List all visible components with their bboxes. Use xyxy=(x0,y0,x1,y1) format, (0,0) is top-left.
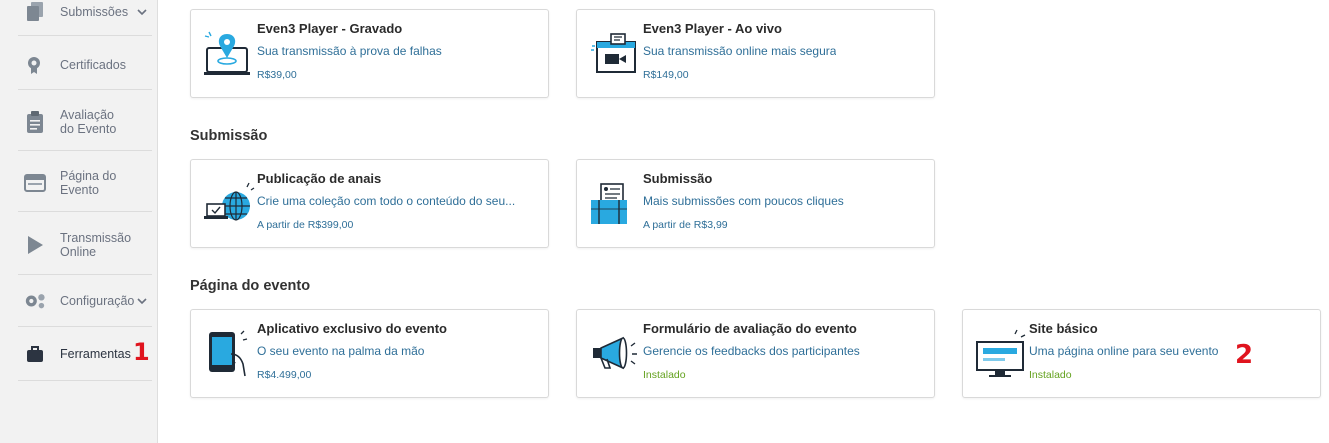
document-icon xyxy=(24,1,46,23)
card-title: Formulário de avaliação do evento xyxy=(643,321,857,336)
label-line: Transmissão xyxy=(60,231,132,245)
sidebar-item-label: Ferramentas xyxy=(60,347,131,361)
section-title-pagina-evento: Página do evento xyxy=(190,278,311,294)
annotation-marker-2: 2 xyxy=(1235,340,1254,370)
sidebar-item-submissoes[interactable]: Submissões xyxy=(18,2,152,22)
briefcase-icon xyxy=(24,343,46,365)
sidebar-item-ferramentas[interactable]: Ferramentas xyxy=(18,343,152,365)
sidebar-item-label: Configuração xyxy=(60,294,135,308)
card-title: Even3 Player - Gravado xyxy=(257,21,403,36)
addon-card-formulario-avaliacao[interactable]: Formulário de avaliação do evento Gerenc… xyxy=(576,309,935,398)
divider xyxy=(18,35,152,36)
card-title: Aplicativo exclusivo do evento xyxy=(257,321,447,336)
addon-card-submissao[interactable]: Submissão Mais submissões com poucos cli… xyxy=(576,159,935,248)
card-description: Crie uma coleção com todo o conteúdo do … xyxy=(257,194,516,208)
browser-window-icon xyxy=(24,172,46,194)
chevron-down-icon xyxy=(137,298,147,305)
label-line: Online xyxy=(60,245,97,259)
sidebar-item-certificados[interactable]: Certificados xyxy=(18,54,152,76)
card-price: R$4.499,00 xyxy=(257,369,312,381)
sidebar-item-label: Transmissão Online xyxy=(60,231,131,259)
phone-hand-icon xyxy=(209,330,248,377)
megaphone-icon xyxy=(593,336,637,370)
card-price: R$39,00 xyxy=(257,69,297,81)
divider xyxy=(18,89,152,90)
divider xyxy=(18,274,152,275)
label-line: do Evento xyxy=(60,122,117,136)
clipboard-icon xyxy=(24,111,46,133)
label-line: Página do xyxy=(60,169,117,183)
sidebar: Submissões Certificados Avaliação do Even… xyxy=(0,0,158,443)
sidebar-item-label: Submissões xyxy=(60,5,129,19)
card-price: A partir de R$3,99 xyxy=(643,219,728,231)
card-description: Sua transmissão à prova de falhas xyxy=(257,44,442,58)
card-title: Submissão xyxy=(643,171,713,186)
divider xyxy=(18,150,152,151)
divider xyxy=(18,380,152,381)
divider xyxy=(18,326,152,327)
sidebar-item-avaliacao[interactable]: Avaliação do Evento xyxy=(18,107,152,137)
sidebar-item-pagina-evento[interactable]: Página do Evento xyxy=(18,168,152,198)
addon-card-aplicativo[interactable]: Aplicativo exclusivo do evento O seu eve… xyxy=(190,309,549,398)
desktop-site-icon xyxy=(976,329,1026,377)
label-line: Avaliação xyxy=(60,108,114,122)
card-description: Sua transmissão online mais segura xyxy=(643,44,837,58)
gears-icon xyxy=(24,290,46,312)
chevron-down-icon xyxy=(137,9,147,16)
label-line: Evento xyxy=(60,183,99,197)
sidebar-item-label: Certificados xyxy=(60,58,126,72)
globe-laptop-icon xyxy=(204,182,255,221)
sidebar-item-label: Página do Evento xyxy=(60,169,116,197)
card-description: Uma página online para seu evento xyxy=(1029,344,1219,358)
card-description: Gerencie os feedbacks dos participantes xyxy=(643,344,860,358)
card-status: Instalado xyxy=(1029,369,1072,381)
card-title: Site básico xyxy=(1029,321,1098,336)
card-status: Instalado xyxy=(643,369,686,381)
recorded-player-icon xyxy=(204,31,250,75)
card-price: A partir de R$399,00 xyxy=(257,219,354,231)
sidebar-item-transmissao[interactable]: Transmissão Online xyxy=(18,230,152,260)
divider xyxy=(18,211,152,212)
sidebar-item-label: Avaliação do Evento xyxy=(60,108,116,136)
card-description: Mais submissões com poucos cliques xyxy=(643,194,844,208)
sidebar-item-configuracao[interactable]: Configuração xyxy=(18,290,152,312)
section-title-submissao: Submissão xyxy=(190,128,268,144)
card-title: Even3 Player - Ao vivo xyxy=(643,21,782,36)
addon-card-player-gravado[interactable]: Even3 Player - Gravado Sua transmissão à… xyxy=(190,9,549,98)
addon-card-publicacao-anais[interactable]: Publicação de anais Crie uma coleção com… xyxy=(190,159,549,248)
certificate-icon xyxy=(24,54,46,76)
submission-folder-icon xyxy=(591,183,627,224)
addon-card-player-ao-vivo[interactable]: Even3 Player - Ao vivo Sua transmissão o… xyxy=(576,9,935,98)
annotation-marker-1: 1 xyxy=(133,338,150,366)
addon-card-site-basico[interactable]: Site básico Uma página online para seu e… xyxy=(962,309,1321,398)
live-player-icon xyxy=(591,33,636,73)
card-price: R$149,00 xyxy=(643,69,689,81)
card-description: O seu evento na palma da mão xyxy=(257,344,425,358)
card-title: Publicação de anais xyxy=(257,171,382,186)
play-icon xyxy=(24,234,46,256)
